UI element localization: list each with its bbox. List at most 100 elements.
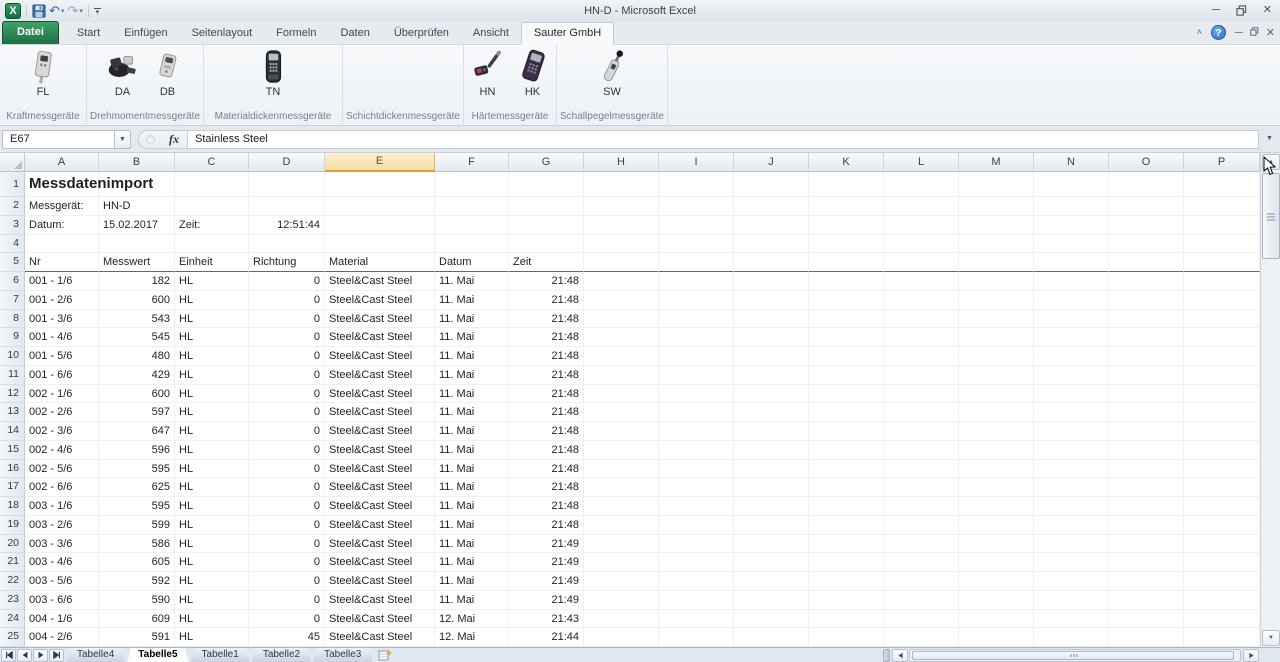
cell-B2[interactable]: HN-D: [99, 197, 175, 216]
cell-O24[interactable]: [1109, 610, 1184, 629]
cell-D5[interactable]: Richtung: [249, 253, 325, 272]
cell-N22[interactable]: [1034, 572, 1109, 591]
formula-input[interactable]: Stainless Steel: [187, 130, 1259, 149]
cell-F6[interactable]: 11. Mai: [435, 272, 509, 291]
cell-C4[interactable]: [175, 235, 249, 254]
cell-P23[interactable]: [1184, 591, 1260, 610]
cell-F23[interactable]: 11. Mai: [435, 591, 509, 610]
hn-device-button[interactable]: HN: [467, 48, 509, 98]
cell-E17[interactable]: Steel&Cast Steel: [325, 478, 435, 497]
cell-K20[interactable]: [809, 535, 884, 554]
cell-J4[interactable]: [734, 235, 809, 254]
cell-I15[interactable]: [659, 441, 734, 460]
cell-C23[interactable]: HL: [175, 591, 249, 610]
cell-B23[interactable]: 590: [99, 591, 175, 610]
cell-F1[interactable]: [435, 172, 509, 197]
cell-N6[interactable]: [1034, 272, 1109, 291]
cell-H2[interactable]: [584, 197, 659, 216]
cell-P3[interactable]: [1184, 216, 1260, 235]
cell-K2[interactable]: [809, 197, 884, 216]
excel-logo-icon[interactable]: X: [5, 3, 21, 19]
cell-O3[interactable]: [1109, 216, 1184, 235]
cell-K16[interactable]: [809, 460, 884, 479]
cell-N17[interactable]: [1034, 478, 1109, 497]
cell-E21[interactable]: Steel&Cast Steel: [325, 553, 435, 572]
cell-C6[interactable]: HL: [175, 272, 249, 291]
cell-I6[interactable]: [659, 272, 734, 291]
row-header-10[interactable]: 10: [0, 347, 25, 366]
row-header-20[interactable]: 20: [0, 535, 25, 554]
cell-D19[interactable]: 0: [249, 516, 325, 535]
cell-C15[interactable]: HL: [175, 441, 249, 460]
cell-I24[interactable]: [659, 610, 734, 629]
cell-J18[interactable]: [734, 497, 809, 516]
horizontal-scrollbar[interactable]: [909, 649, 1241, 662]
cell-C21[interactable]: HL: [175, 553, 249, 572]
cell-O1[interactable]: [1109, 172, 1184, 197]
column-header-n[interactable]: N: [1034, 153, 1109, 172]
cell-I5[interactable]: [659, 253, 734, 272]
sheet-tab-tabelle4[interactable]: Tabelle4: [66, 648, 125, 662]
cell-A22[interactable]: 003 - 5/6: [25, 572, 99, 591]
cell-J22[interactable]: [734, 572, 809, 591]
cell-E7[interactable]: Steel&Cast Steel: [325, 291, 435, 310]
cell-E15[interactable]: Steel&Cast Steel: [325, 441, 435, 460]
ribbon-tab-start[interactable]: Start: [65, 23, 112, 44]
tn-device-button[interactable]: TN: [252, 48, 294, 98]
horizontal-scrollbar-thumb[interactable]: [912, 651, 1234, 660]
cell-G11[interactable]: 21:48: [509, 366, 584, 385]
cell-D12[interactable]: 0: [249, 385, 325, 404]
cell-F9[interactable]: 11. Mai: [435, 328, 509, 347]
cell-H15[interactable]: [584, 441, 659, 460]
cell-J21[interactable]: [734, 553, 809, 572]
cell-H8[interactable]: [584, 310, 659, 329]
cell-I4[interactable]: [659, 235, 734, 254]
cell-J11[interactable]: [734, 366, 809, 385]
cell-F15[interactable]: 11. Mai: [435, 441, 509, 460]
cell-F10[interactable]: 11. Mai: [435, 347, 509, 366]
cell-C22[interactable]: HL: [175, 572, 249, 591]
ribbon-tab-einf-gen[interactable]: Einfügen: [112, 23, 179, 44]
cell-P4[interactable]: [1184, 235, 1260, 254]
row-header-9[interactable]: 9: [0, 328, 25, 347]
cell-G17[interactable]: 21:48: [509, 478, 584, 497]
vertical-scrollbar-thumb[interactable]: [1262, 173, 1280, 259]
cell-E11[interactable]: Steel&Cast Steel: [325, 366, 435, 385]
cell-N5[interactable]: [1034, 253, 1109, 272]
cell-D24[interactable]: 0: [249, 610, 325, 629]
cell-N9[interactable]: [1034, 328, 1109, 347]
cell-I3[interactable]: [659, 216, 734, 235]
cell-P1[interactable]: [1184, 172, 1260, 197]
cell-F16[interactable]: 11. Mai: [435, 460, 509, 479]
cell-N12[interactable]: [1034, 385, 1109, 404]
sw-device-button[interactable]: SW: [591, 48, 633, 98]
cell-A2[interactable]: Messgerät:: [25, 197, 99, 216]
cell-H5[interactable]: [584, 253, 659, 272]
cell-M17[interactable]: [959, 478, 1034, 497]
cell-P19[interactable]: [1184, 516, 1260, 535]
column-header-i[interactable]: I: [659, 153, 734, 172]
cell-L13[interactable]: [884, 403, 959, 422]
cell-J1[interactable]: [734, 172, 809, 197]
cell-O22[interactable]: [1109, 572, 1184, 591]
cell-M20[interactable]: [959, 535, 1034, 554]
insert-worksheet-button[interactable]: [375, 648, 395, 662]
cell-E16[interactable]: Steel&Cast Steel: [325, 460, 435, 479]
vertical-scrollbar[interactable]: ▲ ▼: [1260, 153, 1280, 647]
cell-A7[interactable]: 001 - 2/6: [25, 291, 99, 310]
cell-N23[interactable]: [1034, 591, 1109, 610]
cell-J5[interactable]: [734, 253, 809, 272]
cell-O25[interactable]: [1109, 628, 1184, 647]
row-header-5[interactable]: 5: [0, 253, 25, 272]
cell-G24[interactable]: 21:43: [509, 610, 584, 629]
column-header-a[interactable]: A: [25, 153, 99, 172]
row-header-6[interactable]: 6: [0, 272, 25, 291]
cell-G20[interactable]: 21:49: [509, 535, 584, 554]
cell-I20[interactable]: [659, 535, 734, 554]
cell-G4[interactable]: [509, 235, 584, 254]
cell-P18[interactable]: [1184, 497, 1260, 516]
cell-O10[interactable]: [1109, 347, 1184, 366]
cell-O20[interactable]: [1109, 535, 1184, 554]
cell-A4[interactable]: [25, 235, 99, 254]
cell-H21[interactable]: [584, 553, 659, 572]
